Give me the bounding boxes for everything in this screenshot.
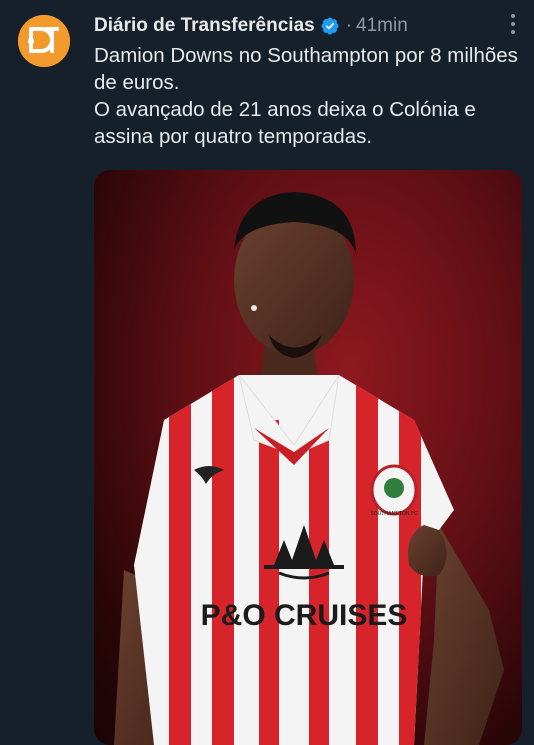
player-photo: SOUTHAMPTON FC P&O CRUISES (114, 192, 504, 745)
header-separator: · (345, 15, 353, 36)
avatar[interactable] (18, 15, 70, 67)
display-name[interactable]: Diário de Transferências (94, 15, 315, 37)
timestamp[interactable]: 41min (356, 15, 408, 37)
tweet-text: Damion Downs no Southampton por 8 milhõe… (94, 42, 524, 150)
avatar-logo (18, 15, 70, 67)
tweet-header: Diário de Transferências · 41min (94, 12, 522, 40)
tweet-text-line-2: O avançado de 21 anos deixa o Colónia e … (94, 98, 476, 148)
sponsor-text: P&O CRUISES (201, 599, 408, 632)
crest-text: SOUTHAMPTON FC (370, 511, 418, 517)
tweet-image[interactable]: SOUTHAMPTON FC P&O CRUISES (94, 170, 522, 745)
tweet-text-line-1: Damion Downs no Southampton por 8 milhõe… (94, 44, 518, 94)
verified-badge-icon (321, 17, 339, 35)
tweet[interactable]: Diário de Transferências · 41min Damion … (0, 0, 534, 745)
more-options-icon[interactable] (510, 14, 516, 38)
